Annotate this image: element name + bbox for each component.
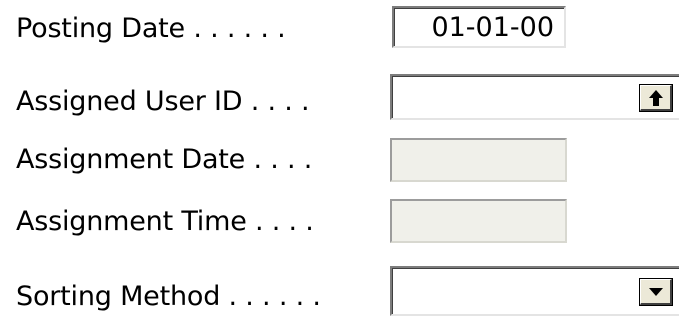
posting-date-label: Posting Date . . . . . . (16, 13, 286, 44)
assignment-time-label: Assignment Time . . . . (16, 206, 314, 237)
sorting-method-field[interactable] (390, 266, 679, 316)
posting-date-value: 01-01-00 (431, 12, 554, 43)
dropdown-arrow-down-icon (648, 287, 663, 296)
sorting-method-label: Sorting Method . . . . . . (16, 281, 321, 312)
assignment-date-label: Assignment Date . . . . (16, 144, 313, 175)
assigned-user-id-lookup-button[interactable] (639, 84, 673, 112)
assigned-user-id-label: Assigned User ID . . . . (16, 86, 310, 117)
posting-date-field[interactable]: 01-01-00 (392, 6, 566, 48)
lookup-arrow-up-icon (648, 89, 663, 106)
assigned-user-id-field[interactable] (390, 74, 679, 120)
assignment-date-field (390, 138, 567, 182)
assignment-time-field (390, 199, 567, 243)
sorting-method-dropdown-button[interactable] (639, 278, 673, 306)
